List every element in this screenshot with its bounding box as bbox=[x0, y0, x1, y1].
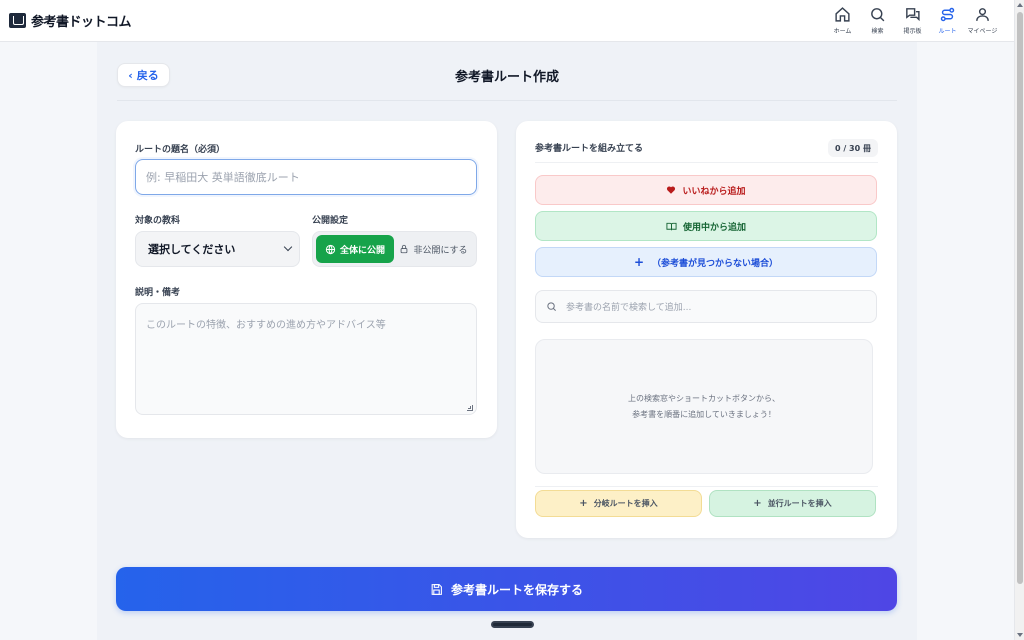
description-label: 説明・備考 bbox=[135, 288, 181, 298]
scroll-up-arrow-icon[interactable] bbox=[1017, 3, 1023, 7]
book-search-input[interactable]: 参考書の名前で検索して追加... bbox=[535, 290, 877, 323]
insert-branch-label: 分岐ルートを挿入 bbox=[593, 499, 658, 508]
user-icon bbox=[976, 8, 989, 21]
plus-icon: + bbox=[633, 255, 645, 269]
route-info-card: ルートの題名（必須） 例: 早稲田大 英単語徹底ルート 対象の教科 選択してくだ… bbox=[116, 121, 497, 438]
nav-board[interactable]: 掲示板 bbox=[895, 6, 930, 35]
nav-board-label: 掲示板 bbox=[903, 28, 922, 35]
search-icon bbox=[871, 8, 885, 22]
save-icon bbox=[431, 583, 442, 595]
add-not-found-label: （参考書が見つからない場合） bbox=[652, 258, 779, 269]
subject-select-value: 選択してください bbox=[148, 243, 236, 256]
nav-route[interactable]: ルート bbox=[930, 6, 965, 35]
divider bbox=[535, 486, 878, 487]
add-from-likes-button[interactable]: いいねから追加 bbox=[535, 175, 877, 205]
page-title: 参考書ルート作成 bbox=[454, 70, 559, 85]
insert-parallel-button[interactable]: + 並行ルートを挿入 bbox=[709, 490, 876, 517]
nav-route-label: ルート bbox=[938, 28, 957, 35]
description-textarea[interactable]: このルートの特徴、おすすめの進め方やアドバイス等 bbox=[135, 303, 477, 415]
subject-select[interactable]: 選択してください bbox=[135, 231, 300, 267]
brand-name: 参考書ドットコム bbox=[31, 15, 132, 30]
scrollbar-thumb[interactable] bbox=[1017, 12, 1023, 584]
insert-parallel-label: 並行ルートを挿入 bbox=[767, 499, 832, 508]
empty-state-line-2: 参考書を順番に追加していきましょう！ bbox=[632, 409, 776, 419]
add-from-likes-label: いいねから追加 bbox=[682, 186, 746, 197]
builder-heading: 参考書ルートを組み立てる bbox=[535, 144, 644, 154]
add-from-using-button[interactable]: 使用中から追加 bbox=[535, 211, 877, 241]
save-route-button[interactable]: 参考書ルートを保存する bbox=[116, 567, 897, 611]
title-input[interactable]: 例: 早稲田大 英単語徹底ルート bbox=[135, 159, 477, 195]
book-search-placeholder: 参考書の名前で検索して追加... bbox=[566, 303, 692, 313]
chat-icon bbox=[906, 8, 920, 22]
main-nav: ホーム 検索 掲示板 ルート マイページ bbox=[825, 6, 1000, 35]
search-icon bbox=[547, 302, 556, 311]
nav-mypage[interactable]: マイページ bbox=[965, 6, 1000, 35]
main-content: ‹ 戻る 参考書ルート作成 ルートの題名（必須） 例: 早稲田大 英単語徹底ルー… bbox=[97, 42, 917, 640]
visibility-public-label: 全体に公開 bbox=[339, 245, 385, 256]
home-indicator bbox=[491, 621, 534, 628]
top-bar: 参考書ドットコム ホーム 検索 掲示板 ルート マイページ bbox=[0, 0, 1014, 42]
chevron-down-icon bbox=[283, 242, 293, 252]
scroll-down-arrow-icon[interactable] bbox=[1017, 633, 1023, 637]
plus-icon: + bbox=[579, 498, 588, 509]
nav-search-label: 検索 bbox=[871, 28, 884, 35]
book-open-icon bbox=[666, 222, 677, 230]
title-label: ルートの題名（必須） bbox=[135, 145, 226, 155]
nav-mypage-label: マイページ bbox=[967, 28, 998, 35]
visibility-private-label: 非公開にする bbox=[413, 245, 468, 256]
save-route-label: 参考書ルートを保存する bbox=[450, 582, 583, 597]
visibility-private-option[interactable]: 非公開にする bbox=[394, 243, 473, 256]
globe-icon bbox=[325, 244, 336, 254]
home-icon bbox=[835, 7, 850, 22]
divider bbox=[117, 100, 897, 101]
route-icon bbox=[940, 7, 955, 22]
divider bbox=[535, 162, 878, 163]
plus-icon: + bbox=[753, 498, 762, 509]
add-not-found-button[interactable]: + （参考書が見つからない場合） bbox=[535, 247, 877, 277]
visibility-label: 公開設定 bbox=[312, 216, 349, 226]
book-logo-icon bbox=[9, 13, 26, 28]
lock-icon bbox=[401, 244, 408, 254]
route-empty-state: 上の検索窓やショートカットボタンから、 参考書を順番に追加していきましょう！ bbox=[535, 339, 873, 474]
nav-home[interactable]: ホーム bbox=[825, 6, 860, 35]
book-counter-badge: 0 / 30 冊 bbox=[828, 139, 878, 157]
route-builder-card: 参考書ルートを組み立てる 0 / 30 冊 いいねから追加 使用中から追加 + … bbox=[516, 121, 897, 538]
insert-branch-button[interactable]: + 分岐ルートを挿入 bbox=[535, 490, 702, 517]
vertical-scrollbar[interactable] bbox=[1014, 0, 1024, 640]
nav-search[interactable]: 検索 bbox=[860, 6, 895, 35]
heart-icon bbox=[667, 186, 676, 194]
description-placeholder: このルートの特徴、おすすめの進め方やアドバイス等 bbox=[146, 320, 386, 331]
subject-label: 対象の教科 bbox=[135, 216, 181, 226]
resize-handle-icon[interactable] bbox=[467, 405, 473, 411]
visibility-public-option[interactable]: 全体に公開 bbox=[316, 235, 394, 263]
visibility-toggle: 全体に公開 非公開にする bbox=[312, 231, 477, 267]
brand[interactable]: 参考書ドットコム bbox=[9, 11, 132, 30]
title-input-placeholder: 例: 早稲田大 英単語徹底ルート bbox=[146, 171, 300, 184]
empty-state-line-1: 上の検索窓やショートカットボタンから、 bbox=[628, 394, 780, 404]
nav-home-label: ホーム bbox=[833, 28, 852, 35]
add-from-using-label: 使用中から追加 bbox=[682, 222, 746, 233]
